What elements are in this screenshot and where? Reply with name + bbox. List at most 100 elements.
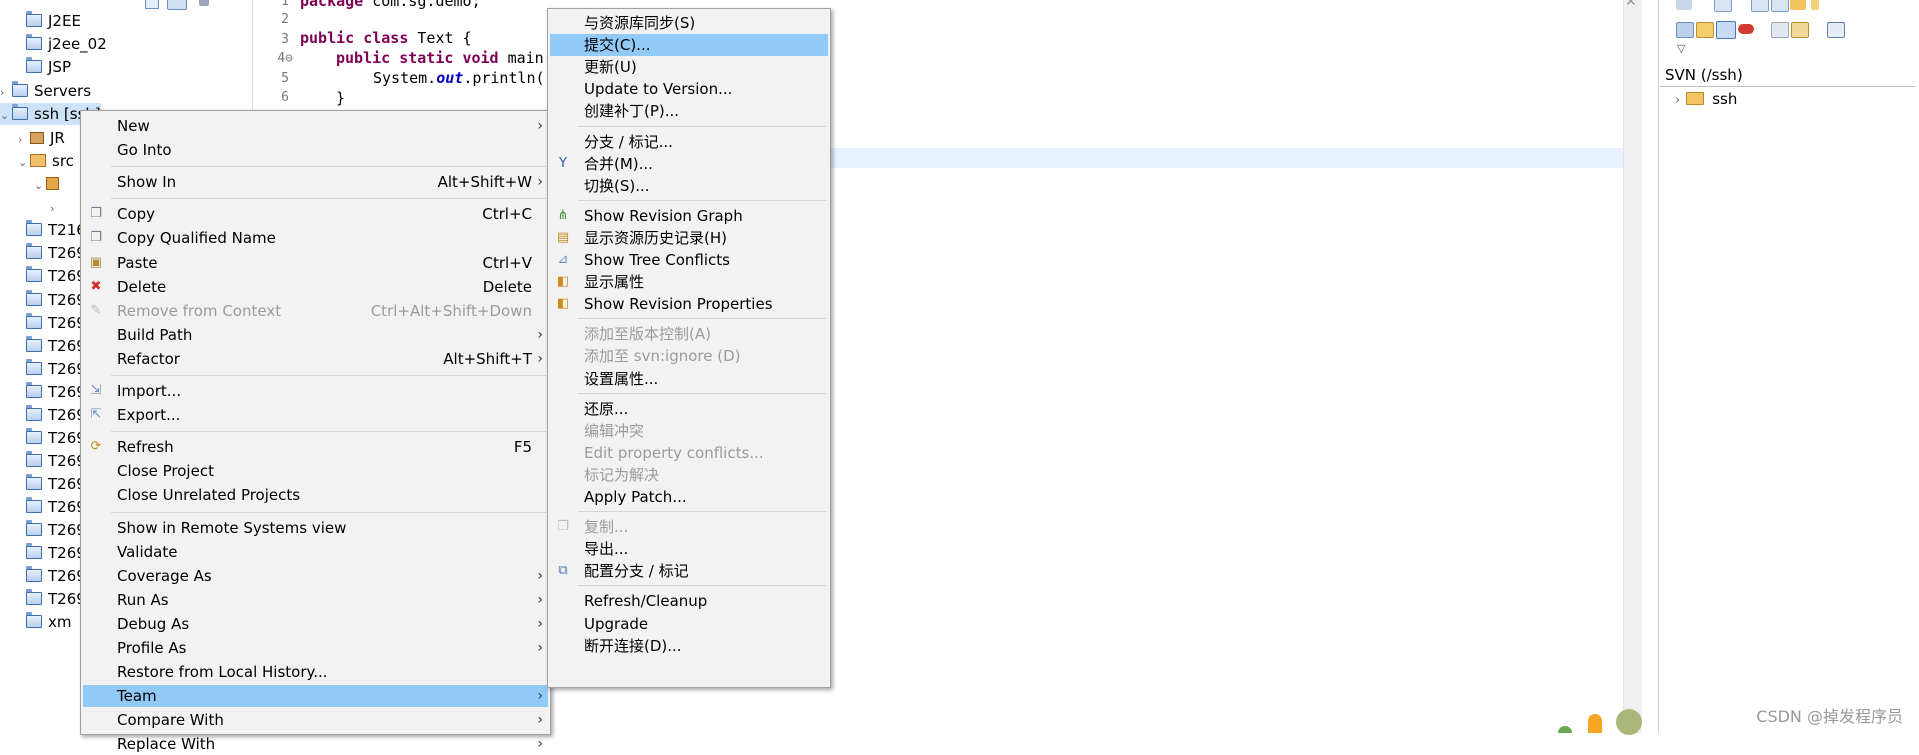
tree-item[interactable]: JSP	[14, 56, 71, 78]
tree-item[interactable]: T269	[14, 265, 86, 287]
toolbar-icon-2[interactable]	[1714, 0, 1732, 12]
menu-item[interactable]: ⇲ Import...	[83, 380, 548, 402]
tree-item[interactable]: J2EE	[14, 10, 81, 32]
menu-item[interactable]: Build Path ›	[83, 324, 548, 346]
menu-item[interactable]: 设置属性...	[550, 368, 828, 390]
menu-item[interactable]: Apply Patch...	[550, 486, 828, 508]
code-line[interactable]: package com.sg.demo;	[300, 0, 481, 10]
tree-item[interactable]: T269	[14, 358, 86, 380]
toolbar-icon-4[interactable]	[1771, 0, 1789, 12]
menu-item[interactable]: ⧉ 配置分支 / 标记	[550, 560, 828, 582]
menu-item[interactable]: Show In Alt+Shift+W ›	[83, 171, 548, 193]
tree-item[interactable]: T269	[14, 404, 86, 426]
menu-item[interactable]: ◧ Show Revision Properties	[550, 293, 828, 315]
chevron-right-icon[interactable]: ›	[1675, 93, 1680, 108]
menu-item[interactable]: 还原...	[550, 398, 828, 420]
menu-item[interactable]: 切换(S)...	[550, 175, 828, 197]
tree-item[interactable]: j2ee_02	[14, 33, 107, 55]
menu-item[interactable]: ⋔ Show Revision Graph	[550, 205, 828, 227]
delete-icon[interactable]	[1738, 24, 1754, 34]
menu-item[interactable]: Validate	[83, 541, 548, 563]
menu-item[interactable]: Upgrade	[550, 613, 828, 635]
menu-item[interactable]: ▣ Paste Ctrl+V	[83, 252, 548, 274]
chevron-icon[interactable]: ›	[50, 198, 62, 220]
tree-item[interactable]: T269	[14, 450, 86, 472]
menu-item[interactable]: Restore from Local History...	[83, 661, 548, 683]
tree-item[interactable]: T269	[14, 335, 86, 357]
menu-item[interactable]: Refresh/Cleanup	[550, 590, 828, 612]
menu-item[interactable]: Close Project	[83, 460, 548, 482]
tree-item[interactable]: T269	[14, 242, 86, 264]
tree-item[interactable]: T269	[14, 427, 86, 449]
filter-icon[interactable]	[1716, 21, 1736, 39]
tree-item[interactable]: xm	[14, 611, 72, 633]
menu-item[interactable]: 导出...	[550, 538, 828, 560]
chevron-icon[interactable]: ⌄	[34, 175, 46, 197]
connect-icon[interactable]	[1676, 22, 1694, 38]
tree-item[interactable]: ›	[50, 196, 62, 218]
view-menu-icon[interactable]	[199, 0, 209, 6]
menu-item[interactable]: ❐ Copy Qualified Name	[83, 227, 548, 249]
menu-item[interactable]: ▤ 显示资源历史记录(H)	[550, 227, 828, 249]
tree-item[interactable]: › JR	[18, 127, 65, 149]
menu-item[interactable]: Run As ›	[83, 589, 548, 611]
tree-item[interactable]: T269	[14, 496, 86, 518]
tree-item[interactable]: T269	[14, 289, 86, 311]
chevron-icon[interactable]: ›	[0, 82, 12, 104]
menu-item[interactable]: Y 合并(M)...	[550, 153, 828, 175]
collapse-all-icon[interactable]	[145, 0, 159, 9]
forward-icon[interactable]	[1791, 22, 1809, 38]
link-with-editor-icon[interactable]	[167, 0, 187, 10]
chevron-down-icon[interactable]: ▽	[1677, 42, 1685, 55]
menu-item[interactable]: 与资源库同步(S)	[550, 12, 828, 34]
menu-item[interactable]: ⟳ Refresh F5	[83, 436, 548, 458]
editor-scrollbar[interactable]	[1623, 0, 1642, 733]
toolbar-icon-1[interactable]	[1676, 0, 1692, 10]
menu-item[interactable]: Compare With ›	[83, 709, 548, 731]
menu-item[interactable]: Debug As ›	[83, 613, 548, 635]
menu-item[interactable]: Coverage As ›	[83, 565, 548, 587]
menu-item[interactable]: Replace With ›	[83, 733, 548, 755]
toolbar-icon-3[interactable]	[1751, 0, 1769, 12]
tree-item[interactable]: T216	[14, 219, 86, 241]
menu-item[interactable]: Refactor Alt+Shift+T ›	[83, 348, 548, 370]
tree-item[interactable]: ⌄ src	[18, 150, 74, 172]
tree-item[interactable]: T269	[14, 381, 86, 403]
menu-item[interactable]: ❐ Copy Ctrl+C	[83, 203, 548, 225]
tree-item[interactable]: T269	[14, 588, 86, 610]
menu-item[interactable]: 更新(U)	[550, 56, 828, 78]
tree-item[interactable]: › Servers	[0, 80, 91, 102]
code-line[interactable]: System.out.println('	[373, 69, 554, 87]
chevron-icon[interactable]: ⌄	[0, 105, 12, 127]
svn-repo-item[interactable]: › ssh	[1675, 88, 1737, 110]
menu-item[interactable]: Show in Remote Systems view	[83, 517, 548, 539]
chevron-icon[interactable]: ⌄	[18, 152, 30, 174]
tree-item[interactable]: T269	[14, 519, 86, 541]
menu-item[interactable]: Team ›	[83, 685, 548, 708]
tree-item[interactable]: ⌄	[34, 173, 65, 195]
menu-item[interactable]: ✖ Delete Delete	[83, 276, 548, 298]
menu-item[interactable]: 分支 / 标记...	[550, 131, 828, 153]
menu-item[interactable]: Profile As ›	[83, 637, 548, 659]
refresh-icon[interactable]	[1696, 22, 1714, 38]
tree-item[interactable]: T269	[14, 542, 86, 564]
toolbar-icon-6[interactable]	[1811, 0, 1819, 10]
back-icon[interactable]	[1771, 22, 1789, 38]
toolbar-icon-5[interactable]	[1790, 0, 1806, 10]
menu-item[interactable]: Go Into	[83, 139, 548, 161]
chevron-icon[interactable]: ›	[18, 129, 30, 151]
tree-item[interactable]: T269	[14, 473, 86, 495]
menu-item[interactable]: ⊿ Show Tree Conflicts	[550, 249, 828, 271]
menu-item[interactable]: 提交(C)...	[550, 34, 828, 57]
code-line[interactable]: public class Text {	[300, 29, 472, 47]
code-line[interactable]: public static void main(	[336, 49, 553, 67]
menu-item[interactable]: New ›	[83, 115, 548, 137]
menu-item[interactable]: Update to Version...	[550, 78, 828, 100]
menu-item[interactable]: Close Unrelated Projects	[83, 484, 548, 506]
menu-item[interactable]: 断开连接(D)...	[550, 635, 828, 657]
font-icon[interactable]	[1827, 22, 1845, 38]
close-icon[interactable]: ✕	[1625, 0, 1637, 10]
tree-item[interactable]: T269	[14, 312, 86, 334]
menu-item[interactable]: ⇱ Export...	[83, 404, 548, 426]
menu-item[interactable]: 创建补丁(P)...	[550, 100, 828, 122]
